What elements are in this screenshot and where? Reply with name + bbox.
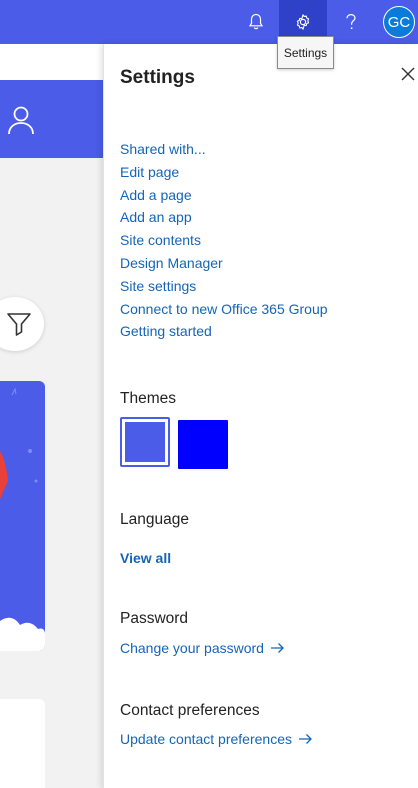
promo-card	[0, 381, 45, 651]
help-button[interactable]	[327, 0, 375, 44]
themes-heading: Themes	[120, 390, 176, 407]
user-avatar[interactable]: GC	[383, 6, 415, 38]
theme-swatch-selected[interactable]	[120, 417, 170, 467]
bell-icon	[248, 13, 264, 30]
panel-title: Settings	[120, 67, 195, 88]
arrow-right-icon	[299, 734, 312, 744]
settings-tooltip: Settings	[277, 36, 334, 69]
connect-office365-link[interactable]: Connect to new Office 365 Group	[120, 298, 328, 321]
suite-header: GC	[0, 0, 418, 44]
add-app-link[interactable]: Add an app	[120, 206, 328, 229]
edit-page-link[interactable]: Edit page	[120, 161, 328, 184]
close-icon[interactable]	[400, 66, 416, 82]
arrow-right-icon	[270, 643, 284, 653]
help-icon	[346, 13, 356, 30]
content-card	[0, 699, 45, 788]
add-page-link[interactable]: Add a page	[120, 184, 328, 207]
theme-swatch[interactable]	[178, 420, 228, 469]
filter-icon	[7, 313, 31, 336]
settings-panel: Settings Shared with... Edit page Add a …	[103, 44, 418, 788]
notifications-button[interactable]	[232, 0, 280, 44]
gear-icon	[296, 14, 310, 30]
promo-illustration	[0, 387, 45, 651]
getting-started-link[interactable]: Getting started	[120, 320, 328, 343]
language-heading: Language	[120, 511, 189, 528]
contact-preferences-heading: Contact preferences	[120, 702, 260, 719]
site-contents-link[interactable]: Site contents	[120, 229, 328, 252]
page-header-strip	[0, 44, 103, 80]
change-password-label: Change your password	[120, 640, 264, 656]
change-password-link[interactable]: Change your password	[120, 640, 285, 656]
person-icon	[8, 106, 34, 135]
settings-links: Shared with... Edit page Add a page Add …	[120, 138, 328, 343]
password-heading: Password	[120, 610, 189, 627]
design-manager-link[interactable]: Design Manager	[120, 252, 328, 275]
theme-swatch-fill	[125, 422, 165, 462]
update-contact-label: Update contact preferences	[120, 731, 292, 747]
update-contact-preferences-link[interactable]: Update contact preferences	[120, 731, 313, 747]
view-all-languages-link[interactable]: View all	[120, 550, 171, 566]
site-settings-link[interactable]: Site settings	[120, 275, 328, 298]
shared-with-link[interactable]: Shared with...	[120, 138, 328, 161]
